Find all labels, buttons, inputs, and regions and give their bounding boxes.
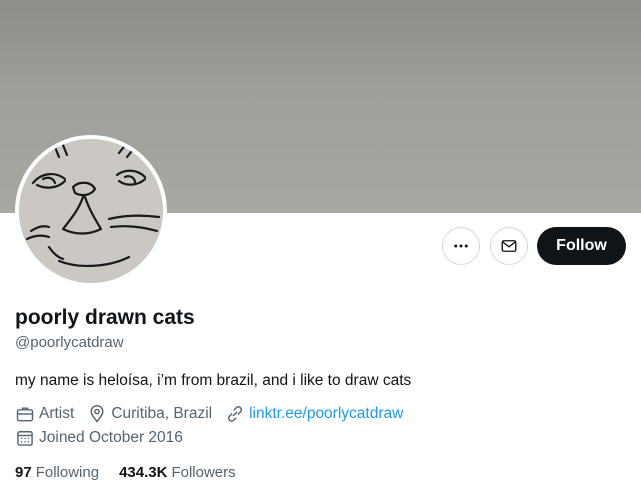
message-button[interactable] [490,227,528,265]
profile-bio: my name is heloísa, i’m from brazil, and… [15,372,412,389]
profile-display-name: poorly drawn cats [15,306,195,329]
briefcase-icon [16,407,34,422]
calendar-icon [17,431,33,446]
followers-label: Followers [171,464,236,481]
followers-link[interactable]: 434.3K Followers [119,464,236,481]
profile-handle: @poorlycatdraw [15,334,124,351]
more-horizontal-icon [454,244,468,248]
profile-website[interactable]: linktr.ee/poorlycatdraw [225,404,403,424]
cat-drawing-avatar-image [19,139,163,283]
following-count: 97 [15,464,32,481]
followers-count: 434.3K [119,464,168,481]
location-pin-icon [90,404,104,423]
profile-website-link[interactable]: linktr.ee/poorlycatdraw [249,405,403,423]
following-label: Following [35,464,100,481]
profile-category-label: Artist [39,405,75,422]
profile-joined-label: Joined October 2016 [39,429,183,446]
profile-meta-row: Artist Curitiba, Brazil linktr.ee/poorly… [15,404,416,424]
follow-button[interactable]: Follow [537,227,626,265]
profile-avatar[interactable] [15,135,167,287]
profile-joined: Joined October 2016 [15,428,183,448]
profile-meta-row-joined: Joined October 2016 [15,428,196,448]
profile-category: Artist [15,404,74,424]
envelope-icon [501,240,517,252]
profile-location: Curitiba, Brazil [87,404,212,424]
profile-location-label: Curitiba, Brazil [111,405,213,422]
link-icon [228,406,243,422]
follow-counts: 97 Following 434.3K Followers [15,464,256,481]
following-link[interactable]: 97 Following [15,464,99,481]
more-options-button[interactable] [442,227,480,265]
